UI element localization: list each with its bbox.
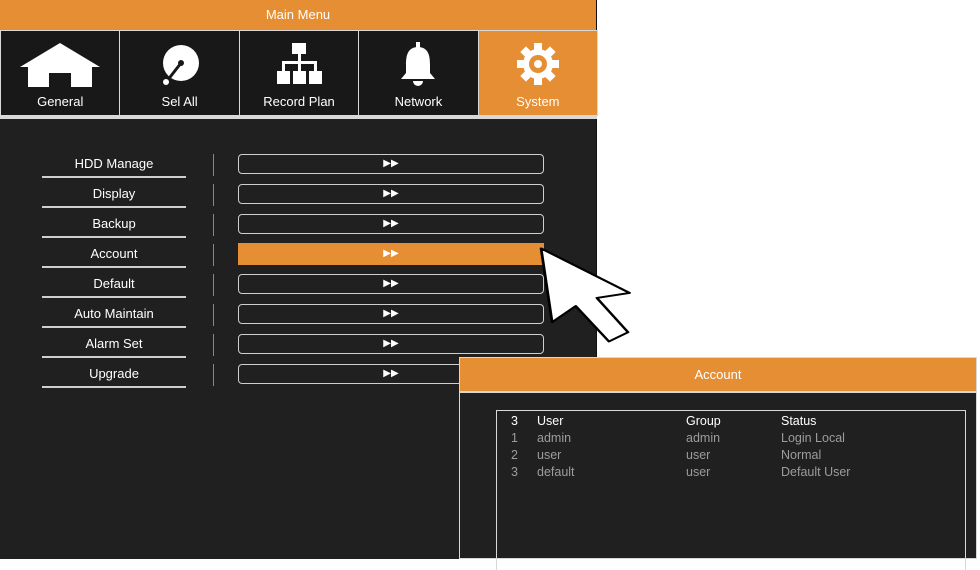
menu-item-label[interactable]: Display — [42, 182, 186, 208]
mouse-cursor-icon — [539, 247, 631, 343]
default-open-button[interactable]: ▶▶ — [238, 274, 544, 294]
divider — [213, 214, 214, 236]
table-row[interactable]: 3 default user Default User — [497, 465, 967, 479]
account-window: Account 3 User Group Status 1 admin admi… — [459, 357, 977, 570]
header-group: Group — [686, 414, 721, 428]
menu-item-label[interactable]: HDD Manage — [42, 152, 186, 178]
row-user: default — [537, 465, 575, 479]
menu-item-auto-maintain: Auto Maintain ▶▶ — [0, 302, 597, 332]
menu-item-display: Display ▶▶ — [0, 182, 597, 212]
row-user: admin — [537, 431, 572, 445]
main-menu-tab-bar: General Sel All Record Plan Network Syst… — [0, 30, 599, 116]
bell-icon — [359, 41, 477, 87]
tab-label: Record Plan — [263, 94, 335, 109]
menu-item-default: Default ▶▶ — [0, 272, 597, 302]
row-user: user — [537, 448, 562, 462]
menu-item-label[interactable]: Account — [42, 242, 186, 268]
network-tree-icon — [240, 41, 358, 87]
alarm-set-open-button[interactable]: ▶▶ — [238, 334, 544, 354]
header-count: 3 — [511, 414, 518, 428]
row-number: 3 — [511, 465, 518, 479]
account-user-table: 3 User Group Status 1 admin admin Login … — [496, 410, 966, 570]
menu-item-account: Account ▶▶ — [0, 242, 597, 272]
tab-sel-all[interactable]: Sel All — [119, 30, 240, 116]
tab-system[interactable]: System — [477, 30, 599, 116]
row-group: user — [686, 465, 711, 479]
divider — [213, 274, 214, 296]
row-number: 2 — [511, 448, 518, 462]
auto-maintain-open-button[interactable]: ▶▶ — [238, 304, 544, 324]
menu-item-label[interactable]: Default — [42, 272, 186, 298]
home-icon — [1, 41, 119, 87]
row-status: Login Local — [781, 431, 845, 445]
disc-icon — [120, 41, 238, 87]
display-open-button[interactable]: ▶▶ — [238, 184, 544, 204]
menu-item-label[interactable]: Backup — [42, 212, 186, 238]
hdd-manage-open-button[interactable]: ▶▶ — [238, 154, 544, 174]
row-number: 1 — [511, 431, 518, 445]
tab-general[interactable]: General — [0, 30, 121, 116]
account-title: Account — [460, 358, 976, 391]
menu-item-hdd-manage: HDD Manage ▶▶ — [0, 152, 597, 182]
main-menu-title: Main Menu — [0, 0, 596, 30]
divider — [213, 364, 214, 386]
header-status: Status — [781, 414, 817, 428]
table-header: 3 User Group Status — [497, 414, 967, 428]
divider — [213, 334, 214, 356]
divider — [213, 304, 214, 326]
backup-open-button[interactable]: ▶▶ — [238, 214, 544, 234]
row-status: Normal — [781, 448, 822, 462]
divider — [213, 154, 214, 176]
tab-network[interactable]: Network — [358, 30, 479, 116]
divider — [213, 184, 214, 206]
menu-item-label[interactable]: Upgrade — [42, 362, 186, 388]
divider — [213, 244, 214, 266]
menu-item-backup: Backup ▶▶ — [0, 212, 597, 242]
tab-label: System — [516, 94, 560, 109]
row-group: user — [686, 448, 711, 462]
row-group: admin — [686, 431, 721, 445]
header-user: User — [537, 414, 564, 428]
tab-label: Sel All — [161, 94, 198, 109]
menu-item-label[interactable]: Alarm Set — [42, 332, 186, 358]
gear-icon — [479, 41, 597, 87]
menu-item-label[interactable]: Auto Maintain — [42, 302, 186, 328]
tab-label: Network — [394, 94, 443, 109]
tab-label: General — [37, 94, 84, 109]
tab-record-plan[interactable]: Record Plan — [238, 30, 360, 116]
table-row[interactable]: 2 user user Normal — [497, 448, 967, 462]
account-title-divider — [460, 391, 976, 393]
account-open-button[interactable]: ▶▶ — [238, 243, 544, 265]
row-status: Default User — [781, 465, 851, 479]
table-row[interactable]: 1 admin admin Login Local — [497, 431, 967, 445]
